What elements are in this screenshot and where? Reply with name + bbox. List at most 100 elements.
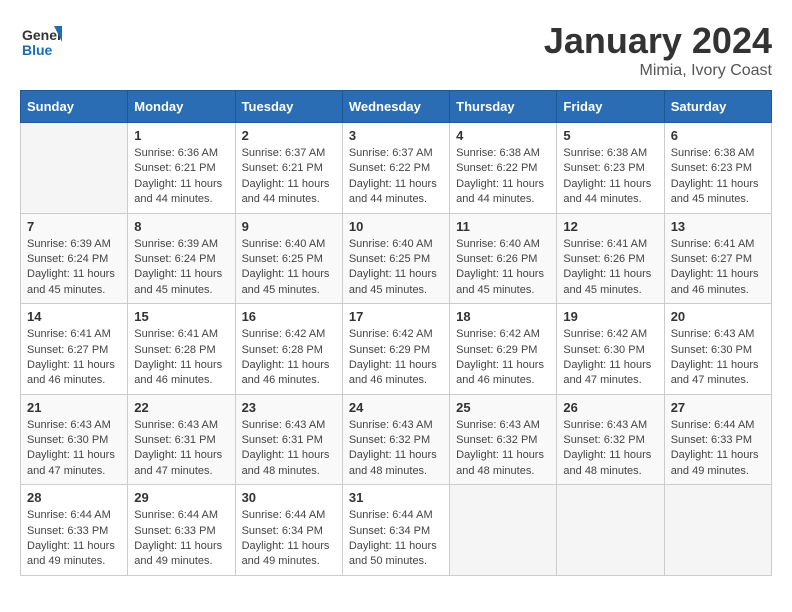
sunset-text: Sunset: 6:30 PM [671, 343, 765, 358]
day-info: Sunrise: 6:38 AM Sunset: 6:22 PM Dayligh… [456, 146, 550, 208]
sunrise-text: Sunrise: 6:36 AM [134, 146, 228, 161]
day-info: Sunrise: 6:39 AM Sunset: 6:24 PM Dayligh… [27, 237, 121, 299]
sunrise-text: Sunrise: 6:42 AM [456, 327, 550, 342]
sunrise-text: Sunrise: 6:43 AM [134, 418, 228, 433]
sunrise-text: Sunrise: 6:40 AM [242, 237, 336, 252]
daylight-text: Daylight: 11 hours and 44 minutes. [349, 177, 443, 208]
page-header: General Blue January 2024 Mimia, Ivory C… [20, 20, 772, 80]
daylight-text: Daylight: 11 hours and 45 minutes. [349, 267, 443, 298]
day-info: Sunrise: 6:37 AM Sunset: 6:21 PM Dayligh… [242, 146, 336, 208]
daylight-text: Daylight: 11 hours and 45 minutes. [563, 267, 657, 298]
daylight-text: Daylight: 11 hours and 47 minutes. [563, 358, 657, 389]
calendar-cell: 7 Sunrise: 6:39 AM Sunset: 6:24 PM Dayli… [21, 213, 128, 304]
day-number: 15 [134, 309, 228, 324]
day-number: 11 [456, 219, 550, 234]
sunset-text: Sunset: 6:34 PM [349, 524, 443, 539]
calendar-cell: 18 Sunrise: 6:42 AM Sunset: 6:29 PM Dayl… [450, 304, 557, 395]
calendar-cell: 24 Sunrise: 6:43 AM Sunset: 6:32 PM Dayl… [342, 394, 449, 485]
day-info: Sunrise: 6:39 AM Sunset: 6:24 PM Dayligh… [134, 237, 228, 299]
month-title: January 2024 [544, 20, 772, 62]
sunset-text: Sunset: 6:26 PM [456, 252, 550, 267]
calendar-cell: 22 Sunrise: 6:43 AM Sunset: 6:31 PM Dayl… [128, 394, 235, 485]
day-info: Sunrise: 6:43 AM Sunset: 6:30 PM Dayligh… [671, 327, 765, 389]
sunset-text: Sunset: 6:33 PM [134, 524, 228, 539]
daylight-text: Daylight: 11 hours and 49 minutes. [134, 539, 228, 570]
day-info: Sunrise: 6:43 AM Sunset: 6:31 PM Dayligh… [242, 418, 336, 480]
calendar-week-row: 28 Sunrise: 6:44 AM Sunset: 6:33 PM Dayl… [21, 485, 772, 576]
day-info: Sunrise: 6:40 AM Sunset: 6:25 PM Dayligh… [242, 237, 336, 299]
day-number: 21 [27, 400, 121, 415]
sunrise-text: Sunrise: 6:43 AM [27, 418, 121, 433]
day-info: Sunrise: 6:41 AM Sunset: 6:28 PM Dayligh… [134, 327, 228, 389]
daylight-text: Daylight: 11 hours and 47 minutes. [671, 358, 765, 389]
sunset-text: Sunset: 6:30 PM [27, 433, 121, 448]
sunset-text: Sunset: 6:29 PM [349, 343, 443, 358]
sunset-text: Sunset: 6:23 PM [671, 161, 765, 176]
daylight-text: Daylight: 11 hours and 46 minutes. [134, 358, 228, 389]
day-number: 3 [349, 128, 443, 143]
daylight-text: Daylight: 11 hours and 46 minutes. [242, 358, 336, 389]
day-number: 19 [563, 309, 657, 324]
sunrise-text: Sunrise: 6:37 AM [349, 146, 443, 161]
day-number: 17 [349, 309, 443, 324]
weekday-header: Friday [557, 91, 664, 123]
day-info: Sunrise: 6:40 AM Sunset: 6:26 PM Dayligh… [456, 237, 550, 299]
day-info: Sunrise: 6:43 AM Sunset: 6:32 PM Dayligh… [456, 418, 550, 480]
sunset-text: Sunset: 6:25 PM [349, 252, 443, 267]
sunrise-text: Sunrise: 6:41 AM [563, 237, 657, 252]
day-info: Sunrise: 6:43 AM Sunset: 6:32 PM Dayligh… [563, 418, 657, 480]
calendar-cell: 31 Sunrise: 6:44 AM Sunset: 6:34 PM Dayl… [342, 485, 449, 576]
calendar-table: SundayMondayTuesdayWednesdayThursdayFrid… [20, 90, 772, 576]
calendar-cell: 20 Sunrise: 6:43 AM Sunset: 6:30 PM Dayl… [664, 304, 771, 395]
calendar-cell [21, 123, 128, 214]
weekday-header: Tuesday [235, 91, 342, 123]
day-number: 13 [671, 219, 765, 234]
weekday-header: Thursday [450, 91, 557, 123]
calendar-cell: 27 Sunrise: 6:44 AM Sunset: 6:33 PM Dayl… [664, 394, 771, 485]
sunrise-text: Sunrise: 6:42 AM [349, 327, 443, 342]
sunrise-text: Sunrise: 6:41 AM [671, 237, 765, 252]
weekday-header-row: SundayMondayTuesdayWednesdayThursdayFrid… [21, 91, 772, 123]
day-info: Sunrise: 6:44 AM Sunset: 6:33 PM Dayligh… [134, 508, 228, 570]
calendar-cell: 11 Sunrise: 6:40 AM Sunset: 6:26 PM Dayl… [450, 213, 557, 304]
calendar-cell: 30 Sunrise: 6:44 AM Sunset: 6:34 PM Dayl… [235, 485, 342, 576]
logo: General Blue [20, 20, 66, 67]
day-number: 12 [563, 219, 657, 234]
sunrise-text: Sunrise: 6:41 AM [27, 327, 121, 342]
day-number: 26 [563, 400, 657, 415]
day-number: 30 [242, 490, 336, 505]
day-info: Sunrise: 6:41 AM Sunset: 6:27 PM Dayligh… [27, 327, 121, 389]
sunrise-text: Sunrise: 6:38 AM [671, 146, 765, 161]
daylight-text: Daylight: 11 hours and 47 minutes. [27, 448, 121, 479]
sunset-text: Sunset: 6:23 PM [563, 161, 657, 176]
sunrise-text: Sunrise: 6:38 AM [456, 146, 550, 161]
day-number: 14 [27, 309, 121, 324]
day-info: Sunrise: 6:38 AM Sunset: 6:23 PM Dayligh… [563, 146, 657, 208]
day-number: 29 [134, 490, 228, 505]
day-number: 23 [242, 400, 336, 415]
sunset-text: Sunset: 6:33 PM [671, 433, 765, 448]
day-info: Sunrise: 6:42 AM Sunset: 6:29 PM Dayligh… [456, 327, 550, 389]
day-info: Sunrise: 6:43 AM Sunset: 6:31 PM Dayligh… [134, 418, 228, 480]
calendar-cell: 4 Sunrise: 6:38 AM Sunset: 6:22 PM Dayli… [450, 123, 557, 214]
daylight-text: Daylight: 11 hours and 47 minutes. [134, 448, 228, 479]
day-number: 8 [134, 219, 228, 234]
daylight-text: Daylight: 11 hours and 50 minutes. [349, 539, 443, 570]
daylight-text: Daylight: 11 hours and 45 minutes. [242, 267, 336, 298]
day-number: 18 [456, 309, 550, 324]
sunset-text: Sunset: 6:29 PM [456, 343, 550, 358]
day-info: Sunrise: 6:40 AM Sunset: 6:25 PM Dayligh… [349, 237, 443, 299]
calendar-week-row: 7 Sunrise: 6:39 AM Sunset: 6:24 PM Dayli… [21, 213, 772, 304]
sunrise-text: Sunrise: 6:44 AM [27, 508, 121, 523]
sunrise-text: Sunrise: 6:44 AM [671, 418, 765, 433]
weekday-header: Monday [128, 91, 235, 123]
day-info: Sunrise: 6:41 AM Sunset: 6:26 PM Dayligh… [563, 237, 657, 299]
calendar-cell: 9 Sunrise: 6:40 AM Sunset: 6:25 PM Dayli… [235, 213, 342, 304]
sunrise-text: Sunrise: 6:40 AM [456, 237, 550, 252]
sunset-text: Sunset: 6:34 PM [242, 524, 336, 539]
calendar-cell: 23 Sunrise: 6:43 AM Sunset: 6:31 PM Dayl… [235, 394, 342, 485]
day-info: Sunrise: 6:44 AM Sunset: 6:33 PM Dayligh… [671, 418, 765, 480]
day-number: 25 [456, 400, 550, 415]
sunset-text: Sunset: 6:30 PM [563, 343, 657, 358]
sunrise-text: Sunrise: 6:37 AM [242, 146, 336, 161]
